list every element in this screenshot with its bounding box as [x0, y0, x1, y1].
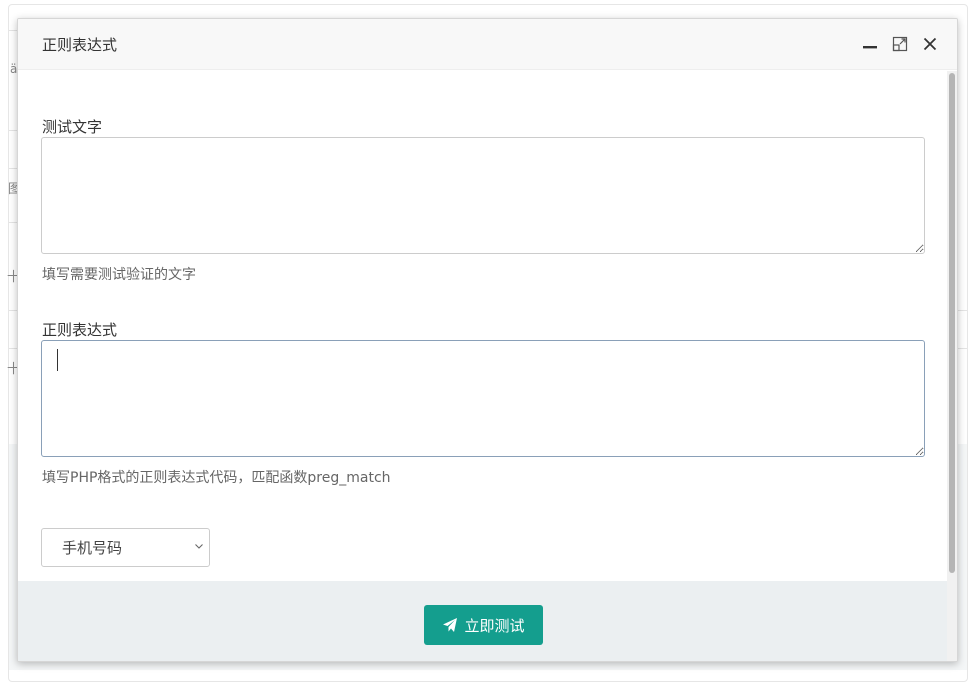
minimize-icon: [863, 46, 877, 49]
test-text-input[interactable]: [41, 137, 925, 254]
paper-plane-icon: [443, 618, 458, 632]
regex-preset-select[interactable]: 手机号码: [41, 528, 210, 567]
scrollbar-thumb[interactable]: [949, 73, 955, 573]
bg-divider: [9, 348, 17, 349]
bg-divider: [958, 348, 967, 349]
dialog-body: 测试文字 填写需要测试验证的文字 正则表达式 填写PHP格式的正则表达式代码，匹…: [18, 71, 947, 581]
test-text-label: 测试文字: [42, 118, 103, 136]
regex-help: 填写PHP格式的正则表达式代码，匹配函数preg_match: [42, 470, 391, 486]
maximize-icon: [892, 36, 908, 52]
test-now-button[interactable]: 立即测试: [424, 605, 543, 645]
minimize-button[interactable]: [859, 33, 881, 55]
text-cursor: [57, 349, 58, 371]
test-text-help: 填写需要测试验证的文字: [42, 267, 196, 283]
maximize-button[interactable]: [889, 33, 911, 55]
bg-divider: [9, 222, 17, 223]
close-icon: [923, 37, 937, 51]
regex-label: 正则表达式: [42, 321, 118, 339]
regex-dialog: 正则表达式 测试文字 填写需要测试验证的文字 正则表达式 填写PHP格式的正则表…: [17, 18, 958, 662]
bg-divider: [9, 310, 17, 311]
close-button[interactable]: [919, 33, 941, 55]
dialog-scrollbar[interactable]: [947, 71, 957, 661]
dialog-title: 正则表达式: [42, 36, 118, 54]
bg-divider: [9, 30, 17, 31]
dialog-footer: 立即测试: [18, 581, 947, 661]
bg-divider: [9, 168, 17, 169]
regex-input[interactable]: [41, 340, 925, 457]
dialog-header: 正则表达式: [18, 19, 957, 70]
bg-divider: [9, 130, 17, 131]
test-now-label: 立即测试: [464, 616, 525, 635]
bg-divider: [958, 310, 967, 311]
